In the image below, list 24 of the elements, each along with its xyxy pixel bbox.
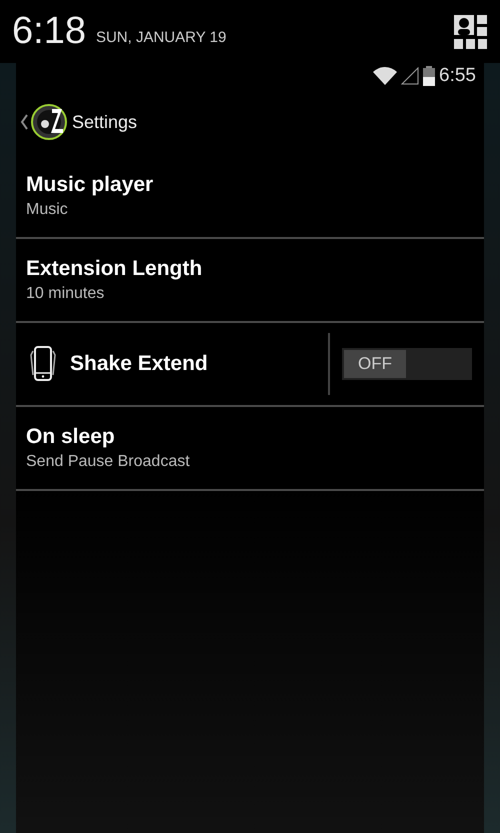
wifi-icon	[373, 67, 398, 85]
back-caret-icon	[20, 114, 28, 130]
setting-summary: Music	[26, 201, 69, 219]
date-text: SUN, JANUARY 19	[96, 29, 228, 46]
phone-icon	[30, 345, 56, 383]
quick-settings-icon[interactable]	[454, 14, 488, 48]
setting-title: Music player	[26, 173, 154, 197]
setting-title: On sleep	[26, 425, 116, 449]
clock-time: 6:18	[12, 10, 86, 53]
setting-row[interactable]: Music player Music	[16, 155, 484, 239]
setting-row[interactable]: Shake Extend OFF	[16, 323, 484, 407]
app-logo-icon	[30, 103, 68, 141]
status-time: 6:55	[439, 65, 476, 87]
signal-icon	[401, 67, 420, 85]
setting-row[interactable]: Extension Length 10 minutes	[16, 239, 484, 323]
battery-icon	[423, 66, 436, 86]
toggle-switch[interactable]: OFF	[342, 348, 472, 380]
setting-row[interactable]: On sleep Send Pause Broadcast	[16, 407, 484, 491]
up-button[interactable]	[20, 103, 68, 141]
setting-summary: 10 minutes	[26, 285, 106, 303]
screen-title: Settings	[72, 112, 138, 132]
setting-title: Shake Extend	[70, 352, 209, 376]
setting-summary: Send Pause Broadcast	[26, 453, 191, 471]
setting-title: Extension Length	[26, 257, 204, 281]
